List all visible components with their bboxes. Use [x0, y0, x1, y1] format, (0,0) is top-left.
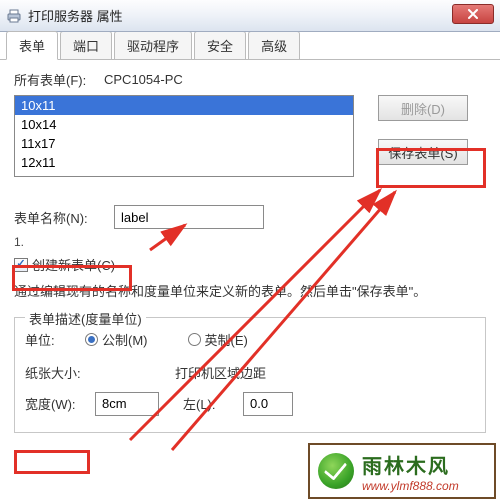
group-legend: 表单描述(度量单位)	[25, 309, 146, 328]
list-item[interactable]: 10x14	[15, 115, 353, 134]
window-titlebar: 打印服务器 属性	[0, 0, 500, 32]
create-new-checkbox[interactable]	[14, 258, 28, 272]
create-new-label: 创建新表单(C)	[32, 255, 115, 274]
window-title: 打印服务器 属性	[28, 6, 123, 25]
save-form-button[interactable]: 保存表单(S)	[378, 139, 468, 165]
list-item-text: 12x11	[21, 155, 55, 170]
width-input[interactable]	[95, 392, 159, 416]
delete-button[interactable]: 删除(D)	[378, 95, 468, 121]
button-label: 保存表单(S)	[388, 143, 457, 162]
left-margin-label: 左(L):	[183, 394, 243, 413]
tab-drivers[interactable]: 驱动程序	[114, 31, 192, 59]
imperial-label: 英制(E)	[205, 330, 248, 349]
tab-label: 表单	[19, 39, 45, 54]
close-button[interactable]	[452, 4, 494, 24]
button-label: 删除(D)	[401, 99, 445, 118]
imperial-radio[interactable]	[188, 333, 201, 346]
watermark-title: 雨林木风	[362, 450, 459, 479]
printer-icon	[6, 8, 22, 24]
margin-label: 打印机区域边距	[175, 363, 266, 382]
list-item[interactable]: 11x17	[15, 134, 353, 153]
list-item[interactable]: 12x11	[15, 153, 353, 172]
form-description-group: 表单描述(度量单位) 单位: 公制(M) 英制(E) 纸张大小: 打印机区域边距…	[14, 317, 486, 433]
form-name-label: 表单名称(N):	[14, 208, 114, 227]
tab-label: 驱动程序	[127, 39, 179, 54]
all-forms-label: 所有表单(F):	[14, 70, 104, 89]
tab-label: 高级	[261, 39, 287, 54]
list-item[interactable]: 10x11	[15, 96, 353, 115]
width-label: 宽度(W):	[25, 394, 95, 413]
left-margin-input[interactable]	[243, 392, 293, 416]
tab-ports[interactable]: 端口	[60, 31, 112, 59]
watermark-url: www.ylmf888.com	[362, 479, 459, 493]
tab-security[interactable]: 安全	[194, 31, 246, 59]
form-name-input[interactable]	[114, 205, 264, 229]
step-indicator: 1.	[14, 235, 486, 249]
watermark-logo-icon	[318, 453, 354, 489]
computer-name: CPC1054-PC	[104, 72, 183, 87]
paper-size-label: 纸张大小:	[25, 363, 175, 382]
forms-listbox[interactable]: 10x11 10x14 11x17 12x11	[14, 95, 354, 177]
close-icon	[467, 9, 479, 19]
tab-strip: 表单 端口 驱动程序 安全 高级	[0, 32, 500, 60]
highlight-width-label	[14, 450, 90, 474]
metric-radio[interactable]	[85, 333, 98, 346]
metric-label: 公制(M)	[102, 330, 148, 349]
description-text: 通过编辑现有的名称和度量单位来定义新的表单。然后单击"保存表单"。	[14, 282, 486, 303]
list-item-text: 10x11	[21, 98, 55, 113]
watermark: 雨林木风 www.ylmf888.com	[308, 443, 496, 499]
unit-label: 单位:	[25, 330, 85, 349]
tab-forms[interactable]: 表单	[6, 31, 58, 60]
tab-label: 安全	[207, 39, 233, 54]
client-area: 所有表单(F): CPC1054-PC 10x11 10x14 11x17 12…	[0, 60, 500, 443]
tab-label: 端口	[73, 39, 99, 54]
tab-advanced[interactable]: 高级	[248, 31, 300, 59]
list-item-text: 11x17	[21, 136, 55, 151]
list-item-text: 10x14	[21, 117, 56, 132]
